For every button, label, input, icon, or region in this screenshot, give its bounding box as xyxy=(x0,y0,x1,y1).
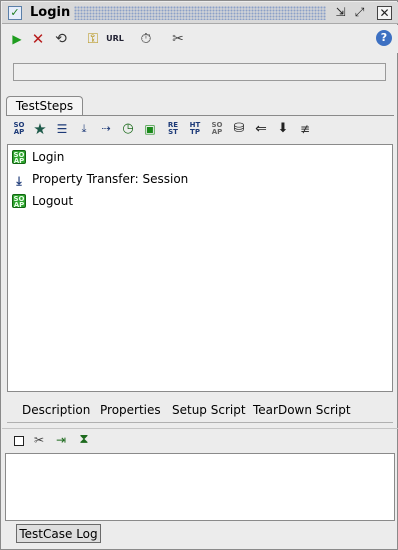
check-icon: ✓ xyxy=(8,6,22,20)
add-soap-step-icon[interactable]: SO AP xyxy=(11,121,27,137)
help-icon[interactable]: ? xyxy=(376,30,392,46)
credentials-icon[interactable]: ⚿ xyxy=(84,30,102,48)
window-title: Login xyxy=(30,5,71,20)
close-icon[interactable]: ✕ xyxy=(377,6,392,20)
tab-description[interactable]: Description xyxy=(22,401,90,419)
add-run-testcase-icon[interactable]: ▣ xyxy=(142,121,158,137)
add-conditional-goto-icon[interactable]: ⇢ xyxy=(98,121,114,137)
maximize-icon[interactable]: ⤢ xyxy=(352,6,367,20)
add-properties-step-icon[interactable]: ☰ xyxy=(54,121,70,137)
step-toolbar: SO AP ★ ☰ ⤓ ⇢ ◷ ▣ RE ST HT TP SO AP ⛁ ⇐ … xyxy=(6,117,394,143)
add-manual-step-icon[interactable]: ⬇ xyxy=(275,121,291,137)
add-assertion-step-icon[interactable]: ≢ xyxy=(297,121,313,137)
url-icon[interactable]: URL xyxy=(105,30,125,48)
title-grip[interactable] xyxy=(74,6,326,20)
add-groovy-step-icon[interactable]: ★ xyxy=(32,121,48,137)
log-toolbar: ✂ ⇥ ⧗ xyxy=(7,430,393,452)
splitter[interactable] xyxy=(2,428,398,429)
list-item[interactable]: SO AP Login xyxy=(12,148,64,166)
tab-strip: TestSteps xyxy=(6,96,394,116)
list-item[interactable]: SO AP Logout xyxy=(12,192,73,210)
tab-divider xyxy=(6,115,394,116)
testcase-window: ✓ Login ⇲ ⤢ ✕ ▶ ✕ ⟲ ⚿ URL ⏱ ✂ ? TestStep… xyxy=(0,0,398,550)
add-rest-step-icon[interactable]: RE ST xyxy=(165,121,181,137)
list-item[interactable]: ⤓ Property Transfer: Session xyxy=(12,170,188,188)
minimize-icon[interactable]: ⇲ xyxy=(333,6,348,20)
progress-bar xyxy=(13,63,386,81)
tools-icon[interactable]: ✂ xyxy=(169,30,187,48)
testcase-log-area[interactable] xyxy=(5,453,395,521)
tab-teststeps[interactable]: TestSteps xyxy=(6,96,83,116)
tools-icon[interactable]: ✂ xyxy=(32,433,46,447)
add-mock-response-icon[interactable]: ⇐ xyxy=(253,121,269,137)
export-log-icon[interactable]: ⇥ xyxy=(54,433,68,447)
new-window-icon[interactable] xyxy=(14,436,24,446)
tab-teardown-script[interactable]: TearDown Script xyxy=(253,401,351,419)
add-http-step-icon[interactable]: HT TP xyxy=(187,121,203,137)
soap-step-icon: SO AP xyxy=(12,194,26,209)
tab-properties[interactable]: Properties xyxy=(100,401,161,419)
test-steps-list[interactable]: SO AP Login ⤓ Property Transfer: Session S… xyxy=(7,144,393,392)
step-label: Login xyxy=(32,150,65,164)
run-icon[interactable]: ▶ xyxy=(10,30,24,48)
title-bar[interactable]: ✓ Login ⇲ ⤢ ✕ xyxy=(2,2,398,24)
clear-log-icon[interactable]: ⧗ xyxy=(77,433,91,447)
tab-testcase-log[interactable]: TestCase Log xyxy=(16,524,101,543)
timer-icon[interactable]: ⏱ xyxy=(138,30,154,48)
add-delay-step-icon[interactable]: ◷ xyxy=(120,121,136,137)
soap-step-icon: SO AP xyxy=(12,150,26,165)
loop-icon[interactable]: ⟲ xyxy=(52,30,70,48)
detail-tabs: Description Properties Setup Script Tear… xyxy=(7,397,393,423)
add-property-transfer-icon[interactable]: ⤓ xyxy=(76,121,92,137)
property-transfer-icon: ⤓ xyxy=(16,174,22,188)
cancel-icon[interactable]: ✕ xyxy=(30,30,46,48)
add-amf-step-icon[interactable]: SO AP xyxy=(209,121,225,137)
step-label: Logout xyxy=(32,194,74,208)
tab-setup-script[interactable]: Setup Script xyxy=(172,401,246,419)
testcase-toolbar: ▶ ✕ ⟲ ⚿ URL ⏱ ✂ ? xyxy=(2,25,398,53)
add-jdbc-step-icon[interactable]: ⛁ xyxy=(231,121,247,137)
step-label: Property Transfer: Session xyxy=(32,172,189,186)
